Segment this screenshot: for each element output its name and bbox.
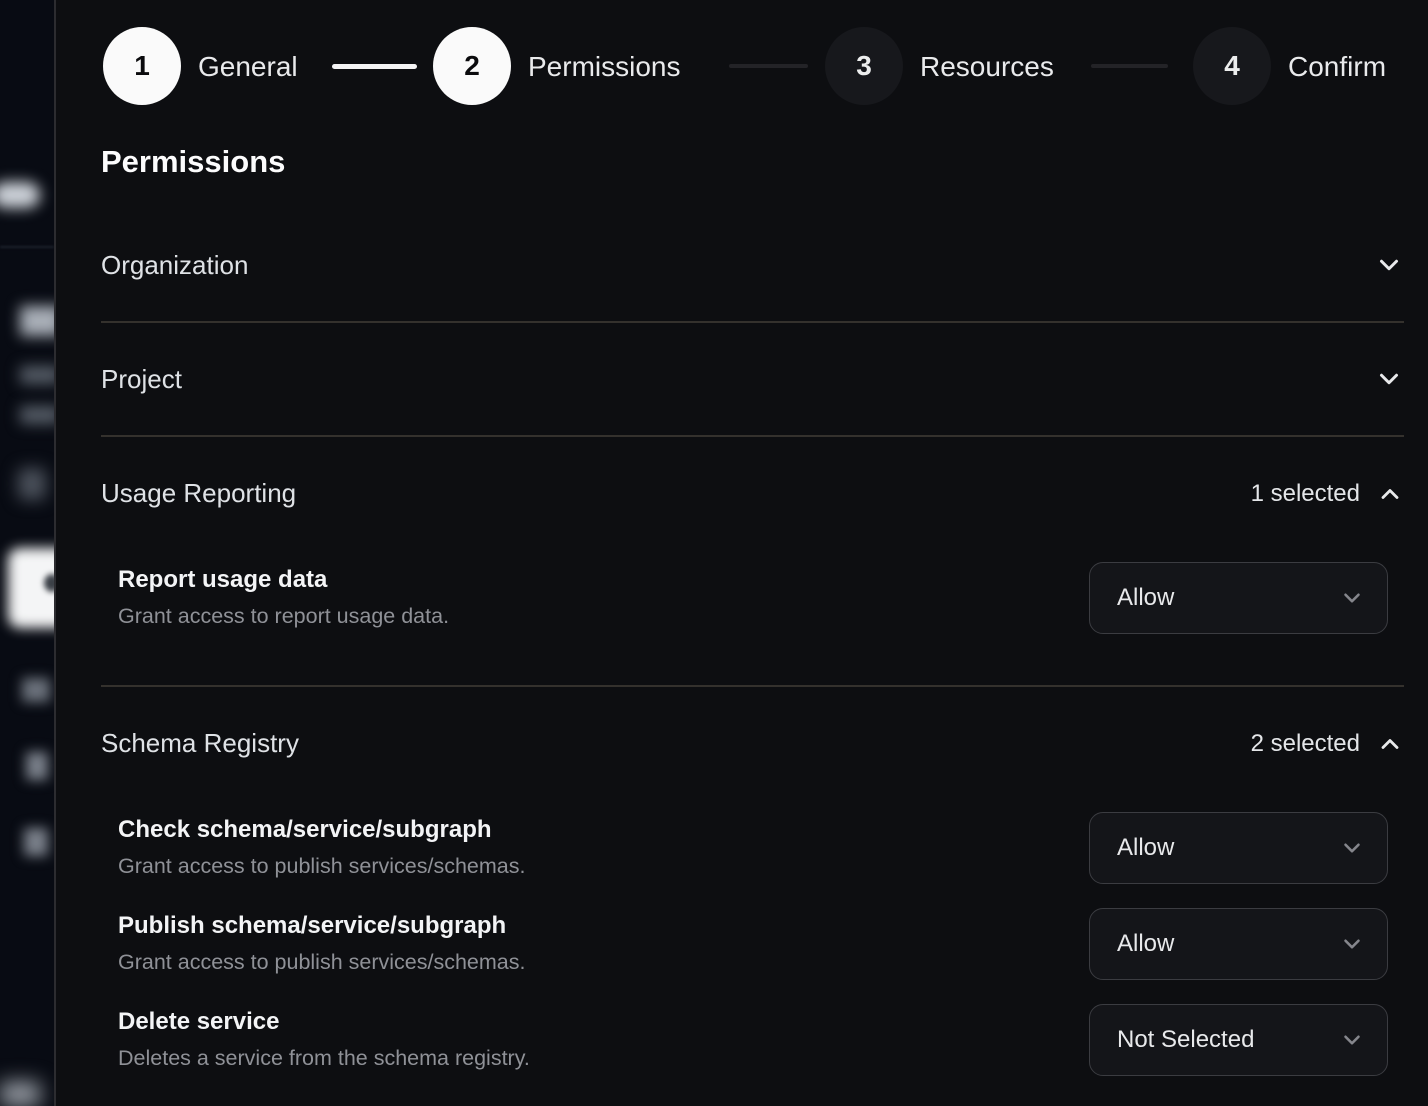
permission-publish-schema-title: Publish schema/service/subgraph [118,912,506,940]
section-organization-toggle[interactable] [1374,250,1404,280]
chevron-down-icon [1374,364,1404,394]
step-connector-1-2 [332,64,417,69]
step-2-number: 2 [464,50,480,82]
sidebar-blur-card-glyph [44,574,56,592]
step-1-general-label: General [198,50,298,84]
select-value: Allow [1117,930,1339,958]
sidebar-blur-icon [18,468,46,500]
divider [101,435,1404,437]
chevron-down-icon [1374,250,1404,280]
permission-delete-service-select[interactable]: Not Selected [1089,1004,1388,1076]
section-schema-registry-toggle[interactable]: 2 selected [1251,730,1404,758]
permission-delete-service-title: Delete service [118,1008,279,1036]
sidebar-blur-text-3 [22,678,50,702]
permission-check-schema-title: Check schema/service/subgraph [118,816,492,844]
permission-check-schema-select[interactable]: Allow [1089,812,1388,884]
section-project-toggle[interactable] [1374,364,1404,394]
step-3-resources-label: Resources [920,50,1054,84]
select-value: Not Selected [1117,1026,1339,1054]
sidebar-blur-text-5 [24,828,48,856]
create-api-key-modal: 1 General 2 Permissions 3 Resources 4 Co… [0,0,1428,1106]
chevron-down-icon [1339,835,1365,861]
permission-check-schema-description: Grant access to publish services/schemas… [118,854,525,879]
sidebar-blur-text-1 [20,366,56,384]
sidebar-blur-text-4 [26,752,48,780]
chevron-up-icon [1376,730,1404,758]
step-connector-3-4 [1091,64,1168,68]
permission-publish-schema-description: Grant access to publish services/schemas… [118,950,525,975]
step-3-number: 3 [856,50,872,82]
step-4-confirm-indicator[interactable]: 4 [1193,27,1271,105]
step-3-resources-indicator[interactable]: 3 [825,27,903,105]
sidebar-blur-divider [0,246,54,248]
permission-report-usage-description: Grant access to report usage data. [118,604,449,629]
step-2-permissions-indicator[interactable]: 2 [433,27,511,105]
divider [101,321,1404,323]
chevron-down-icon [1339,931,1365,957]
step-connector-2-3 [729,64,808,68]
step-1-number: 1 [134,50,150,82]
section-schema-registry-title: Schema Registry [101,728,299,759]
section-usage-reporting-toggle[interactable]: 1 selected [1251,480,1404,508]
page-title: Permissions [101,144,285,180]
usage-reporting-selected-count: 1 selected [1251,480,1360,508]
select-value: Allow [1117,584,1339,612]
step-2-permissions-label: Permissions [528,50,680,84]
divider [101,685,1404,687]
sidebar-blur-text-2 [20,406,56,424]
permission-publish-schema-select[interactable]: Allow [1089,908,1388,980]
chevron-up-icon [1376,480,1404,508]
sidebar-blur-text-bold [20,306,56,336]
sidebar-blur-bottom [0,1082,40,1106]
permission-report-usage-select[interactable]: Allow [1089,562,1388,634]
step-4-number: 4 [1224,50,1240,82]
background-sidebar [0,0,56,1106]
chevron-down-icon [1339,1027,1365,1053]
section-project-title: Project [101,364,182,395]
sidebar-blur-pill [0,182,40,208]
step-1-general-indicator[interactable]: 1 [103,27,181,105]
select-value: Allow [1117,834,1339,862]
permission-delete-service-description: Deletes a service from the schema regist… [118,1046,530,1071]
permission-report-usage-title: Report usage data [118,566,327,594]
chevron-down-icon [1339,585,1365,611]
section-usage-reporting-title: Usage Reporting [101,478,296,509]
section-organization-title: Organization [101,250,248,281]
schema-registry-selected-count: 2 selected [1251,730,1360,758]
step-4-confirm-label: Confirm [1288,50,1386,84]
